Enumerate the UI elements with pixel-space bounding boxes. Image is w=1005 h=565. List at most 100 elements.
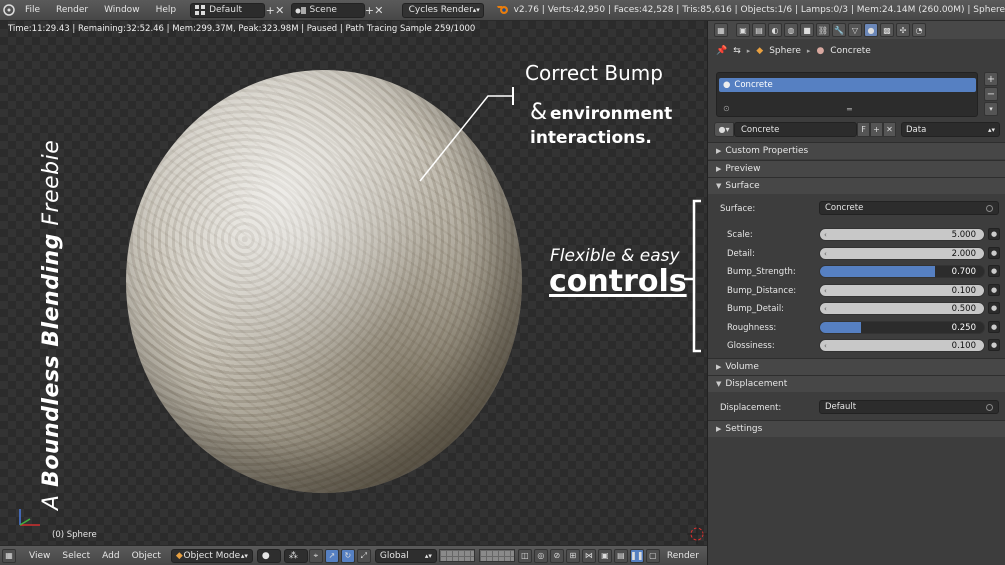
data-tab-icon[interactable]: ▽ <box>848 23 862 37</box>
orientation-select[interactable]: Global ▴▾ <box>374 548 437 563</box>
unlink-material-button[interactable]: ✕ <box>883 122 896 137</box>
physics-tab-icon[interactable]: ◔ <box>912 23 926 37</box>
3d-viewport[interactable]: Time:11:29.43 | Remaining:32:52.46 | Mem… <box>0 21 707 545</box>
panel-preview[interactable]: ▶ Preview <box>708 160 1005 177</box>
render-view-icon[interactable]: ▢ <box>645 548 660 563</box>
scene-tab-icon[interactable]: ◐ <box>768 23 782 37</box>
socket-link-icon[interactable]: ● <box>988 284 1000 296</box>
socket-link-icon[interactable]: ● <box>988 228 1000 240</box>
editor-type-icon[interactable]: ▦ <box>2 548 16 563</box>
decrement-arrow-icon[interactable]: ‹ <box>824 287 827 295</box>
menu-object[interactable]: Object <box>126 551 167 561</box>
rotate-manipulator-icon[interactable]: ↻ <box>340 548 355 563</box>
decrement-arrow-icon[interactable]: ‹ <box>824 342 827 350</box>
list-filter-icon[interactable]: ⊙ <box>723 104 730 113</box>
panel-surface[interactable]: ▼ Surface <box>708 177 1005 194</box>
socket-link-icon[interactable]: ● <box>988 247 1000 259</box>
material-name-field[interactable]: Concrete <box>734 122 857 137</box>
menu-help[interactable]: Help <box>148 5 185 15</box>
menu-window[interactable]: Window <box>96 5 148 15</box>
opengl-animation-icon[interactable]: ▤ <box>613 548 628 563</box>
mode-select[interactable]: ◆ Object Mode ▴▾ <box>170 548 253 563</box>
material-tab-icon[interactable]: ● <box>864 23 878 37</box>
proportional-edit-icon[interactable]: ◎ <box>533 548 548 563</box>
editor-type-icon[interactable]: ▦ <box>714 23 728 37</box>
scene-field[interactable]: Scene <box>290 2 365 18</box>
socket-link-icon[interactable]: ● <box>988 321 1000 333</box>
dropdown-arrows-icon: ▴▾ <box>240 551 248 560</box>
input-slider[interactable]: ‹ 0.500 <box>819 302 985 315</box>
add-scene-button[interactable]: + <box>365 3 375 17</box>
panel-displacement[interactable]: ▼ Displacement <box>708 375 1005 392</box>
context-path-icon: ⇆ <box>733 46 741 56</box>
blender-logo-icon <box>496 3 510 18</box>
lock-layers-icon[interactable]: ◫ <box>517 548 532 563</box>
add-layout-button[interactable]: + <box>265 3 275 17</box>
layers-grid-a[interactable] <box>438 549 475 562</box>
decrement-arrow-icon[interactable]: ‹ <box>824 250 827 258</box>
active-object-label: (0) Sphere <box>52 530 97 540</box>
render-layers-tab-icon[interactable]: ▤ <box>752 23 766 37</box>
decrement-arrow-icon[interactable]: ‹ <box>824 231 827 239</box>
socket-link-icon[interactable]: ● <box>988 302 1000 314</box>
manipulator-toggle-icon[interactable]: ⌖ <box>308 548 323 563</box>
shading-select[interactable]: ● <box>256 548 281 563</box>
socket-link-icon[interactable]: ● <box>988 339 1000 351</box>
slider-fill <box>820 266 935 277</box>
socket-link-icon[interactable]: ● <box>988 265 1000 277</box>
material-link-select[interactable]: Data ▴▾ <box>901 122 1000 137</box>
menu-select[interactable]: Select <box>56 551 96 561</box>
remove-scene-button[interactable]: ✕ <box>374 3 384 17</box>
modifiers-tab-icon[interactable]: 🔧 <box>832 23 846 37</box>
translate-manipulator-icon[interactable]: ↗ <box>324 548 339 563</box>
input-slider[interactable]: ‹ 0.100 <box>819 339 985 352</box>
displacement-select[interactable]: Default <box>819 400 999 414</box>
input-slider[interactable]: ‹ 5.000 <box>819 228 985 241</box>
constraints-tab-icon[interactable]: ⛓ <box>816 23 830 37</box>
opengl-render-icon[interactable]: ▣ <box>597 548 612 563</box>
list-resize-handle[interactable]: ═ <box>847 105 852 114</box>
pause-render-icon[interactable]: ❚❚ <box>629 548 644 563</box>
browse-material-button[interactable]: ●▾ <box>714 122 734 137</box>
screen-layout-field[interactable]: Default <box>190 2 266 18</box>
input-slider[interactable]: 0.250 <box>819 321 985 334</box>
panel-settings[interactable]: ▶ Settings <box>708 420 1005 437</box>
scale-manipulator-icon[interactable]: ⤢ <box>356 548 371 563</box>
menu-file[interactable]: File <box>17 5 48 15</box>
new-material-button[interactable]: + <box>870 122 883 137</box>
surface-shader-select[interactable]: Concrete <box>819 201 999 215</box>
input-label: Bump_Strength: <box>727 267 796 277</box>
world-tab-icon[interactable]: ◍ <box>784 23 798 37</box>
menu-add[interactable]: Add <box>96 551 125 561</box>
material-slot-item[interactable]: ● Concrete <box>719 78 976 92</box>
texture-tab-icon[interactable]: ▩ <box>880 23 894 37</box>
menu-render[interactable]: Render <box>48 5 96 15</box>
object-tab-icon[interactable]: ■ <box>800 23 814 37</box>
panel-volume[interactable]: ▶ Volume <box>708 358 1005 375</box>
pivot-select[interactable]: ⁂ <box>283 548 308 563</box>
menu-view[interactable]: View <box>23 551 56 561</box>
material-slot-list[interactable]: ● Concrete ⊙ ═ <box>716 72 978 117</box>
slot-side-buttons: + − ▾ <box>984 72 998 116</box>
3d-cursor-icon[interactable] <box>687 524 707 544</box>
layers-grid-b[interactable] <box>478 549 515 562</box>
input-slider[interactable]: ‹ 2.000 <box>819 247 985 260</box>
snap-target-icon[interactable]: ⊞ <box>565 548 580 563</box>
remove-layout-button[interactable]: ✕ <box>275 3 285 17</box>
fake-user-button[interactable]: F <box>857 122 870 137</box>
render-engine-select[interactable]: Cycles Render ▴▾ <box>401 2 484 18</box>
pin-icon[interactable]: 📌 <box>716 46 727 56</box>
add-slot-button[interactable]: + <box>984 72 998 86</box>
input-value: 0.250 <box>951 322 976 333</box>
particles-tab-icon[interactable]: ✣ <box>896 23 910 37</box>
editor-type-icon[interactable] <box>2 2 17 18</box>
remove-slot-button[interactable]: − <box>984 87 998 101</box>
input-slider[interactable]: 0.700 <box>819 265 985 278</box>
input-slider[interactable]: ‹ 0.100 <box>819 284 985 297</box>
decrement-arrow-icon[interactable]: ‹ <box>824 305 827 313</box>
panel-custom-properties[interactable]: ▶ Custom Properties <box>708 142 1005 159</box>
snap-icon[interactable]: ⊘ <box>549 548 564 563</box>
render-tab-icon[interactable]: ▣ <box>736 23 750 37</box>
snap-element-icon[interactable]: ⋈ <box>581 548 596 563</box>
slot-specials-button[interactable]: ▾ <box>984 102 998 116</box>
